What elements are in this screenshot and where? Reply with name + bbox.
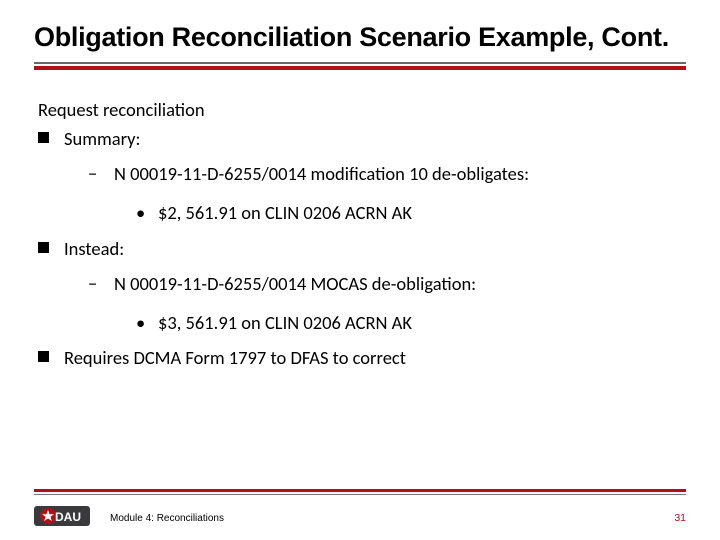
slide-title: Obligation Reconciliation Scenario Examp…	[34, 22, 669, 53]
footer-rule	[34, 489, 686, 492]
body-instead-detail: • $3, 561.91 on CLIN 0206 ACRN AK	[38, 311, 678, 334]
body-summary-detail-text: $2, 561.91 on CLIN 0206 ACRN AK	[158, 201, 412, 224]
body-summary-sub: − N 00019-11-D-6255/0014 modification 10…	[38, 162, 678, 185]
slide: Obligation Reconciliation Scenario Examp…	[0, 0, 720, 540]
body-summary-detail: • $2, 561.91 on CLIN 0206 ACRN AK	[38, 201, 678, 224]
bullet-dot-icon: •	[136, 201, 145, 224]
body-request: Request reconciliation	[38, 98, 678, 121]
body-instead-sub-text: N 00019-11-D-6255/0014 MOCAS de-obligati…	[114, 272, 476, 295]
page-number: 31	[674, 512, 686, 524]
slide-body: Request reconciliation Summary: − N 0001…	[38, 98, 678, 375]
dau-logo-icon: DAU	[34, 502, 90, 530]
logo-text: DAU	[55, 510, 81, 524]
title-rule-bot	[34, 66, 686, 70]
body-requires: Requires DCMA Form 1797 to DFAS to corre…	[38, 346, 678, 369]
body-summary-label: Summary:	[38, 127, 678, 150]
body-instead-detail-text: $3, 561.91 on CLIN 0206 ACRN AK	[158, 311, 412, 334]
dash-icon: −	[88, 272, 97, 295]
dash-icon: −	[88, 162, 97, 185]
footer-rule-thin	[34, 494, 686, 495]
body-summary-sub-text: N 00019-11-D-6255/0014 modification 10 d…	[114, 162, 529, 185]
body-instead-sub: − N 00019-11-D-6255/0014 MOCAS de-obliga…	[38, 272, 678, 295]
bullet-dot-icon: •	[136, 311, 145, 334]
title-rule-top	[34, 62, 686, 64]
body-instead-label: Instead:	[38, 237, 678, 260]
footer-module: Module 4: Reconciliations	[110, 513, 224, 524]
